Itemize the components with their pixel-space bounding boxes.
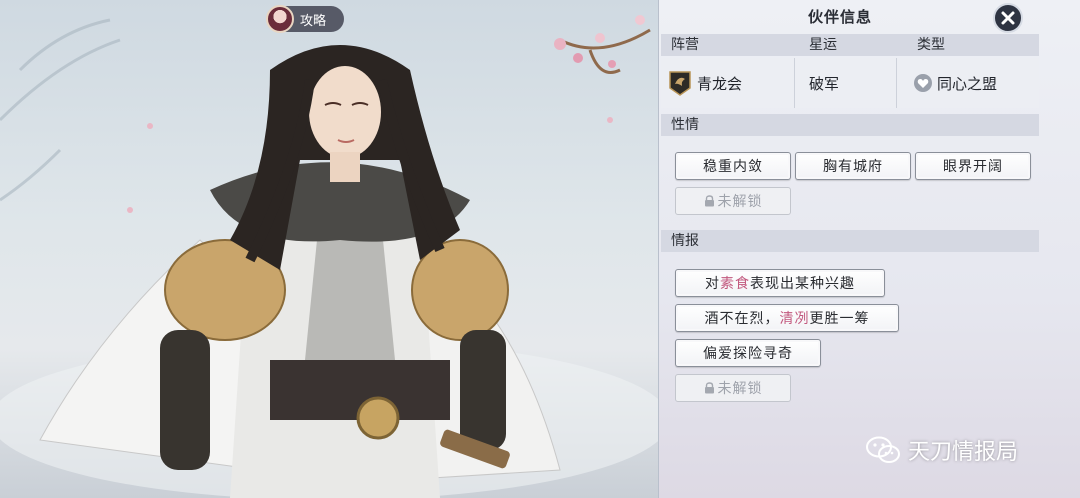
personality-tag[interactable]: 稳重内敛 (675, 152, 791, 180)
info-header-row: 阵营 星运 类型 (661, 34, 1039, 56)
camp-header: 阵营 (671, 37, 699, 53)
wechat-icon (866, 436, 900, 463)
type-header: 类型 (917, 37, 945, 53)
character-artwork: 攻略 (0, 0, 658, 498)
personality-tag[interactable]: 眼界开阔 (915, 152, 1031, 180)
personality-tag[interactable]: 胸有城府 (795, 152, 911, 180)
watermark: 天刀情报局 (866, 434, 1018, 466)
guide-avatar-icon (266, 5, 294, 33)
intel-heading: 情报 (671, 233, 699, 249)
lock-icon (704, 195, 714, 207)
star-cell: 破军 (795, 58, 897, 108)
star-value: 破军 (809, 74, 840, 93)
lock-icon (704, 382, 714, 394)
personality-heading: 性情 (671, 117, 699, 133)
intel-locked-tag: 未解锁 (675, 374, 791, 402)
intel-text: 表现出某种兴趣 (750, 276, 855, 292)
partner-info-panel: 伙伴信息 阵营 星运 类型 青龙会 破军 同心之盟 性情 稳重内敛 胸有城府 眼… (658, 0, 1080, 498)
close-icon (1001, 11, 1015, 25)
intel-text: 酒不在烈， (704, 311, 780, 327)
intel-text: 偏爱探险寻奇 (703, 346, 793, 362)
camp-value: 青龙会 (697, 74, 743, 93)
close-button[interactable] (993, 3, 1023, 33)
dragon-emblem-icon (669, 71, 691, 96)
personality-section-header: 性情 (661, 114, 1039, 136)
intel-text: 对 (705, 276, 720, 292)
intel-highlight: 素食 (720, 276, 750, 292)
star-header: 星运 (809, 37, 837, 53)
watermark-text: 天刀情报局 (908, 440, 1019, 465)
type-cell: 同心之盟 (897, 58, 1039, 108)
type-value: 同心之盟 (937, 74, 998, 93)
heart-shield-icon (914, 74, 932, 92)
character-illustration (0, 15, 658, 498)
guide-label: 攻略 (300, 13, 327, 29)
intel-section-header: 情报 (661, 230, 1039, 252)
panel-title: 伙伴信息 (807, 8, 872, 26)
intel-item[interactable]: 对素食表现出某种兴趣 (675, 269, 885, 297)
intel-highlight: 清冽 (779, 311, 810, 327)
locked-label: 未解锁 (717, 194, 763, 210)
locked-label: 未解锁 (717, 381, 763, 397)
intel-item[interactable]: 偏爱探险寻奇 (675, 339, 821, 367)
intel-item[interactable]: 酒不在烈，清冽更胜一筹 (675, 304, 899, 332)
intel-text: 更胜一筹 (809, 311, 870, 327)
personality-locked-tag: 未解锁 (675, 187, 791, 215)
info-values-row: 青龙会 破军 同心之盟 (661, 58, 1039, 108)
guide-button[interactable]: 攻略 (266, 5, 344, 33)
camp-cell: 青龙会 (661, 58, 795, 108)
